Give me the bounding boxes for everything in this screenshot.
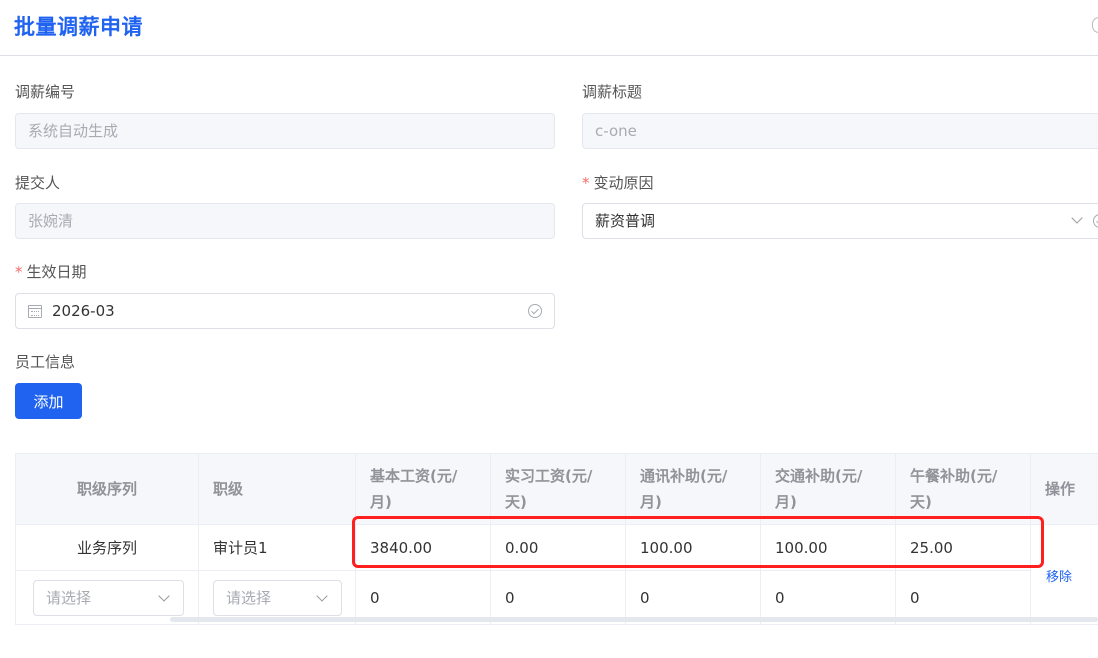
horizontal-scrollbar[interactable] (170, 617, 1098, 622)
reason-label-text: 变动原因 (593, 174, 654, 192)
level-select[interactable]: 请选择 (213, 580, 342, 616)
col-header-comm-allowance: 通讯补助(元/月) (626, 454, 761, 525)
adjust-title-value: c-one (595, 122, 637, 140)
reason-label: * 变动原因 (582, 172, 654, 193)
effective-date-label: * 生效日期 (15, 261, 87, 282)
employee-info-label: 员工信息 (15, 353, 76, 371)
page-title: 批量调薪申请 (14, 15, 143, 39)
effective-date-picker[interactable]: 2026-03 (15, 293, 555, 329)
required-mark: * (15, 263, 23, 281)
col-header-level: 职级 (199, 454, 356, 525)
adjust-no-value: 系统自动生成 (28, 122, 119, 140)
submitter-field: 张婉清 (15, 203, 555, 239)
remove-link[interactable]: 移除 (1046, 566, 1072, 585)
effective-date-label-text: 生效日期 (26, 263, 87, 281)
col-header-meal-allowance: 午餐补助(元/天) (896, 454, 1031, 525)
submitter-label: 提交人 (15, 174, 61, 192)
required-mark: * (582, 174, 590, 192)
col-header-transport-allowance: 交通补助(元/月) (761, 454, 896, 525)
header-edge-icon (1092, 17, 1098, 33)
cell-comm-allowance: 100.00 (626, 525, 761, 571)
chevron-down-icon (1071, 212, 1083, 224)
check-circle-icon (528, 304, 542, 318)
cell-intern-salary: 0.00 (491, 525, 626, 571)
page-header: 批量调薪申请 (0, 0, 1098, 56)
submitter-value: 张婉清 (28, 212, 74, 230)
cell-transport-allowance: 100.00 (761, 525, 896, 571)
col-header-seq: 职级序列 (16, 454, 199, 525)
calendar-icon (28, 305, 42, 318)
reason-select-value: 薪资普调 (595, 212, 656, 230)
cell-meal-allowance: 25.00 (896, 525, 1031, 571)
cell-level: 审计员1 (199, 525, 356, 571)
cell-base-salary: 3840.00 (356, 525, 491, 571)
seq-select-placeholder: 请选择 (46, 589, 92, 607)
cell-seq: 业务序列 (16, 525, 199, 571)
col-header-action: 操作 (1031, 454, 1098, 525)
clear-icon (1093, 214, 1098, 228)
reason-select[interactable]: 薪资普调 (582, 203, 1098, 239)
adjust-title-label: 调薪标题 (582, 83, 643, 101)
salary-table: 职级序列 职级 基本工资(元/月) 实习工资(元/天) 通讯补助(元/月) 交通… (15, 453, 1098, 625)
col-header-intern-salary: 实习工资(元/天) (491, 454, 626, 525)
chevron-down-icon (316, 590, 328, 602)
add-button[interactable]: 添加 (15, 383, 82, 419)
seq-select[interactable]: 请选择 (33, 580, 184, 616)
chevron-down-icon (158, 590, 170, 602)
adjust-no-label: 调薪编号 (15, 83, 76, 101)
level-select-placeholder: 请选择 (226, 589, 272, 607)
adjust-no-field: 系统自动生成 (15, 113, 555, 149)
col-header-base-salary: 基本工资(元/月) (356, 454, 491, 525)
effective-date-value: 2026-03 (52, 302, 115, 320)
adjust-title-field: c-one (582, 113, 1098, 149)
